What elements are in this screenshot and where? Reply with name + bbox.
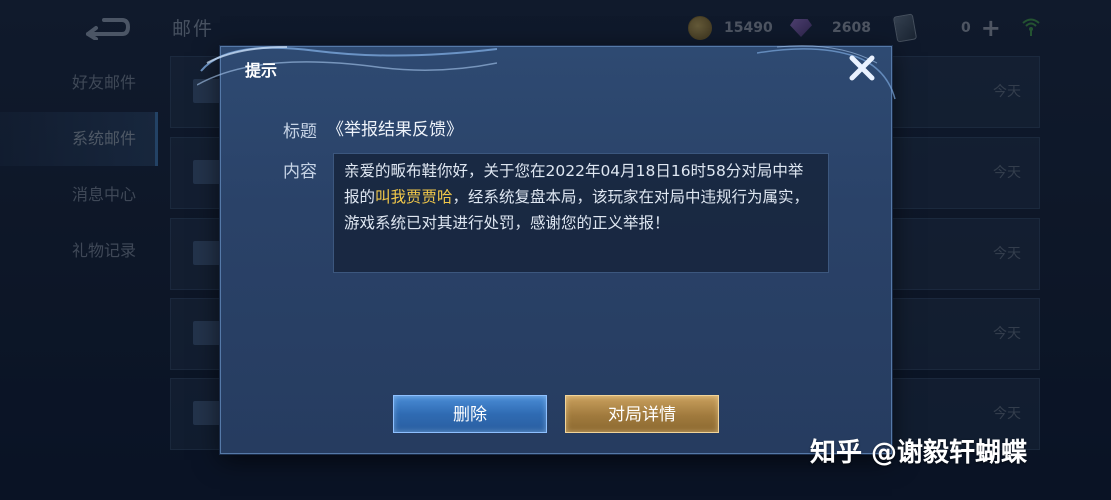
match-details-button[interactable]: 对局详情	[565, 395, 719, 433]
mail-subject: 《举报结果反馈》	[327, 120, 463, 140]
subject-label: 标题	[283, 122, 317, 142]
content-label: 内容	[283, 162, 317, 182]
dialog-title: 提示	[245, 61, 278, 80]
reported-player-name: 叫我贾贾哈	[375, 188, 453, 206]
close-icon	[849, 55, 875, 81]
report-result-dialog: 提示 标题 《举报结果反馈》 内容 亲爱的畈布鞋你好，关于您在2022年04月1…	[197, 45, 896, 454]
mail-content: 亲爱的畈布鞋你好，关于您在2022年04月18日16时58分对局中举报的叫我贾贾…	[333, 153, 829, 273]
game-screen: 邮件 15490 2608 0 + 好友邮件 系统邮件 消息中心 礼物记录 今天…	[0, 0, 1111, 500]
close-button[interactable]	[845, 51, 879, 85]
delete-button[interactable]: 删除	[393, 395, 547, 433]
watermark-text: 知乎 @谢毅轩蝴蝶	[810, 438, 1028, 468]
header-swirl-decoration	[197, 46, 497, 86]
